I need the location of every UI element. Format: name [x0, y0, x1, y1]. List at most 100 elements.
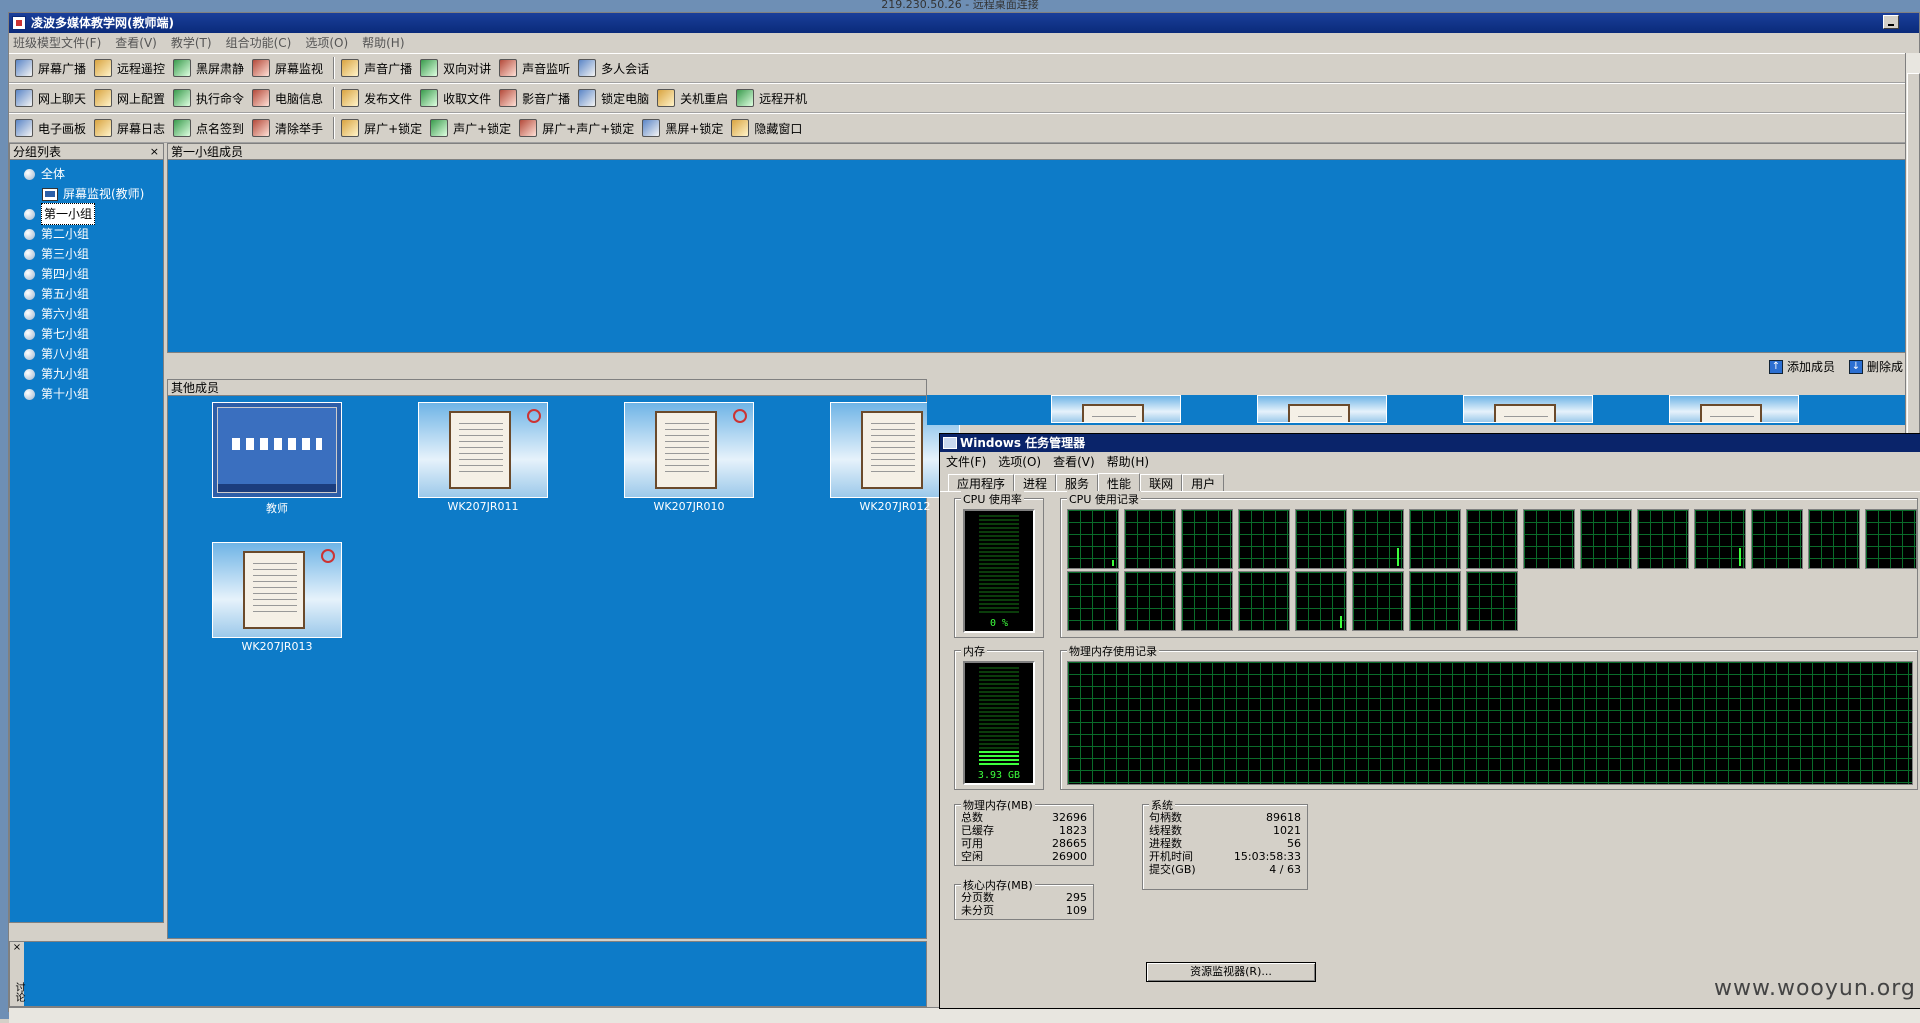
tree-node-group[interactable]: 第五小组	[10, 284, 163, 304]
menu-item[interactable]: 选项(O)	[305, 33, 348, 53]
toolbar-button[interactable]: 影音广播	[497, 85, 576, 111]
task-manager-menu-item[interactable]: 查看(V)	[1053, 452, 1095, 472]
group-list-title: 分组列表	[13, 145, 62, 159]
tree-node-label: 第三小组	[41, 247, 90, 261]
toolbar-button-label: 点名签到	[196, 121, 245, 136]
member-thumb[interactable]	[212, 542, 342, 638]
task-manager-tab[interactable]: 服务	[1056, 474, 1099, 491]
toolbar-button[interactable]: 点名签到	[171, 115, 250, 141]
toolbar-button[interactable]: 远程开机	[734, 85, 813, 111]
toolbar-button[interactable]: 收取文件	[418, 85, 497, 111]
tree-node-group[interactable]: 第三小组	[10, 244, 163, 264]
remove-member-button[interactable]: ↓ 删除成	[1849, 358, 1903, 375]
stat-label: 已缓存	[961, 824, 994, 837]
watermark: www.wooyun.org	[1714, 976, 1916, 1001]
toolbar-button[interactable]: 网上聊天	[13, 85, 92, 111]
horizontal-scrollbar[interactable]	[9, 1007, 1920, 1023]
toolbar-button[interactable]: 隐藏窗口	[729, 115, 808, 141]
member-thumb[interactable]	[418, 402, 548, 498]
member-thumb[interactable]	[1051, 395, 1181, 423]
stat-value: 89618	[1266, 811, 1301, 824]
toolbar-button[interactable]: 黑屏+锁定	[640, 115, 729, 141]
menu-item[interactable]: 教学(T)	[171, 33, 212, 53]
member-thumb[interactable]	[1669, 395, 1799, 423]
member-action-bar: ↑ 添加成员 ↓ 删除成	[167, 355, 1920, 377]
toolbar-button-label: 关机重启	[680, 91, 729, 106]
tree-node-group[interactable]: 第二小组	[10, 224, 163, 244]
toolbar-icon	[341, 59, 360, 77]
member-label: WK207JR010	[653, 500, 725, 513]
tree-node-screen-monitor[interactable]: 屏幕监视(教师)	[10, 184, 163, 204]
toolbar-button[interactable]: 电脑信息	[250, 85, 329, 111]
task-manager-menu-item[interactable]: 帮助(H)	[1107, 452, 1149, 472]
task-manager-tab[interactable]: 用户	[1182, 474, 1225, 491]
toolbar-button[interactable]: 屏幕广播	[13, 55, 92, 81]
tree-node-group[interactable]: 第六小组	[10, 304, 163, 324]
close-icon[interactable]: ×	[10, 942, 24, 953]
task-manager-menu-item[interactable]: 选项(O)	[998, 452, 1041, 472]
stat-row: 分页数 295	[961, 891, 1087, 904]
toolbar-icon	[519, 119, 538, 137]
add-member-label: 添加成员	[1787, 360, 1836, 374]
toolbar-button[interactable]: 网上配置	[92, 85, 171, 111]
toolbar-icon	[173, 119, 192, 137]
task-manager-tab[interactable]: 性能	[1098, 473, 1141, 492]
resource-monitor-button[interactable]: 资源监视器(R)...	[1146, 962, 1316, 982]
toolbar-separator	[333, 117, 336, 139]
toolbar-button[interactable]: 清除举手	[250, 115, 329, 141]
stat-label: 句柄数	[1149, 811, 1182, 824]
tree-node-group[interactable]: 第一小组	[10, 203, 163, 225]
member-thumb[interactable]	[624, 402, 754, 498]
task-manager-tab[interactable]: 联网	[1140, 474, 1183, 491]
toolbar-button[interactable]: 发布文件	[339, 85, 418, 111]
toolbar-icon	[94, 119, 113, 137]
tree-node-group[interactable]: 第四小组	[10, 264, 163, 284]
toolbar-button[interactable]: 屏幕监视	[250, 55, 329, 81]
tree-node-label: 第七小组	[41, 327, 90, 341]
toolbar-button[interactable]: 多人会话	[576, 55, 655, 81]
bottom-pane: × 讨论	[9, 941, 927, 1007]
menu-item[interactable]: 组合功能(C)	[226, 33, 292, 53]
menu-item[interactable]: 帮助(H)	[362, 33, 404, 53]
member-thumb-teacher[interactable]	[212, 402, 342, 498]
toolbar-button[interactable]: 屏幕日志	[92, 115, 171, 141]
task-manager-tabs: 应用程序 进程 服务 性能 联网 用户	[940, 472, 1920, 492]
tree-node-group[interactable]: 第八小组	[10, 344, 163, 364]
close-icon[interactable]: ×	[150, 144, 159, 160]
task-manager-tab[interactable]: 进程	[1014, 474, 1057, 491]
toolbar-button[interactable]: 双向对讲	[418, 55, 497, 81]
toolbar-button[interactable]: 屏广+锁定	[339, 115, 428, 141]
member-thumb[interactable]	[1257, 395, 1387, 423]
minimize-button[interactable]	[1883, 15, 1899, 29]
memory-history-box: 物理内存使用记录	[1060, 643, 1918, 790]
toolbar-button[interactable]: 电子画板	[13, 115, 92, 141]
task-manager-menu-item[interactable]: 文件(F)	[946, 452, 986, 472]
tree-node-group[interactable]: 第九小组	[10, 364, 163, 384]
toolbar-button-label: 声广+锁定	[453, 121, 512, 136]
add-member-button[interactable]: ↑ 添加成员	[1769, 358, 1835, 375]
cpu-core-history-graph	[1067, 509, 1119, 569]
toolbar-icon	[341, 119, 360, 137]
tree-node-group[interactable]: 第十小组	[10, 384, 163, 404]
toolbar-button[interactable]: 屏广+声广+锁定	[517, 115, 640, 141]
menu-item[interactable]: 查看(V)	[115, 33, 157, 53]
task-manager-tab[interactable]: 应用程序	[948, 474, 1015, 491]
menu-item[interactable]: 班级模型文件(F)	[13, 33, 101, 53]
tree-node-group[interactable]: 第七小组	[10, 324, 163, 344]
toolbar-button[interactable]: 关机重启	[655, 85, 734, 111]
member-thumb[interactable]	[1463, 395, 1593, 423]
toolbar-button[interactable]: 远程遥控	[92, 55, 171, 81]
member-label: WK207JR011	[447, 500, 519, 513]
node-bullet-icon	[24, 308, 35, 320]
tree-node-all[interactable]: 全体	[10, 164, 163, 184]
toolbar-button[interactable]: 声广+锁定	[428, 115, 517, 141]
toolbar-button[interactable]: 锁定电脑	[576, 85, 655, 111]
document-preview	[1700, 404, 1762, 422]
toolbar-button[interactable]: 执行命令	[171, 85, 250, 111]
cpu-core-history-graph	[1352, 509, 1404, 569]
cpu-core-history-graph	[1865, 509, 1917, 569]
toolbar-button[interactable]: 黑屏肃静	[171, 55, 250, 81]
title-bar: 凌波多媒体教学网(教师端)	[9, 13, 1919, 33]
toolbar-button[interactable]: 声音监听	[497, 55, 576, 81]
toolbar-button[interactable]: 声音广播	[339, 55, 418, 81]
